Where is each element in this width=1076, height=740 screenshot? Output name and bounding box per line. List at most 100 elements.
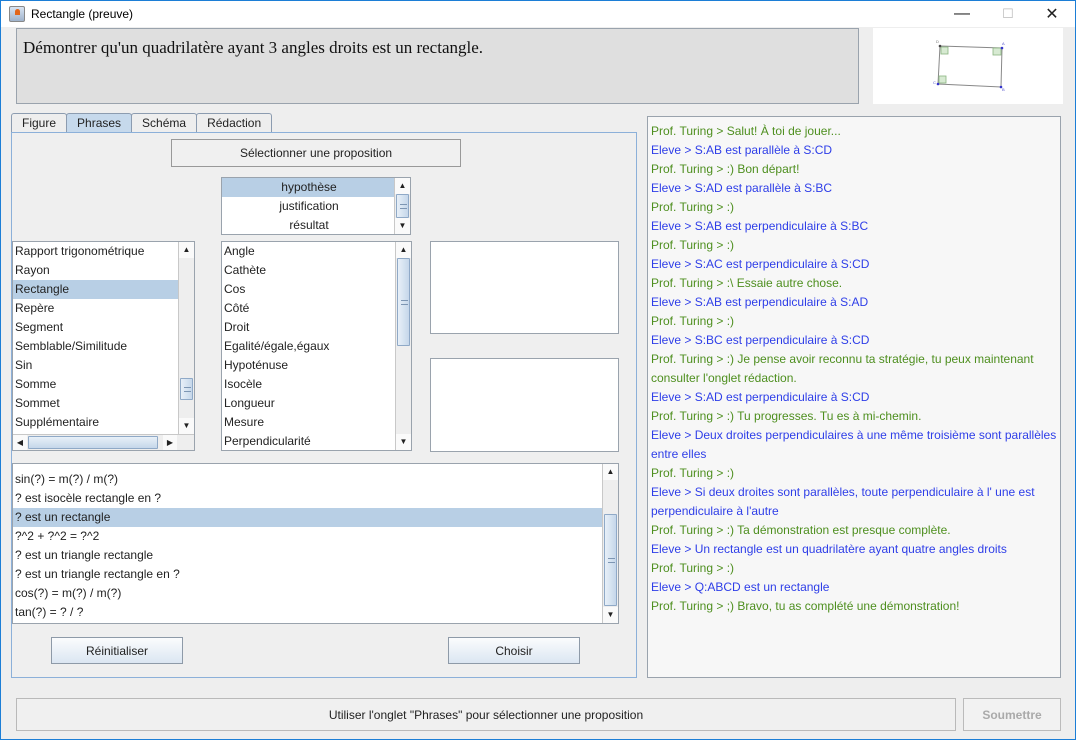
- list-item[interactable]: Rayon: [13, 261, 194, 280]
- list-item[interactable]: ?^2 + ?^2 = ?^2: [13, 527, 618, 546]
- concept-list[interactable]: Rapport trigonométrique Rayon Rectangle …: [12, 241, 195, 451]
- vertical-scrollbar[interactable]: ▲ ▼: [602, 464, 618, 623]
- scrollbar-thumb[interactable]: [180, 378, 193, 400]
- tab-schema[interactable]: Schéma: [131, 113, 198, 133]
- chat-message-prof: Prof. Turing > :): [651, 561, 735, 575]
- scroll-down-arrow-icon[interactable]: ▼: [396, 434, 411, 450]
- scrollbar-thumb[interactable]: [397, 258, 410, 346]
- list-item[interactable]: Rectangle: [13, 280, 178, 299]
- choose-button[interactable]: Choisir: [448, 637, 580, 664]
- tab-redaction[interactable]: Rédaction: [196, 113, 273, 133]
- window-title: Rectangle (preuve): [31, 7, 134, 21]
- list-item[interactable]: Sin: [13, 356, 194, 375]
- list-item[interactable]: justification: [222, 197, 394, 216]
- scroll-up-arrow-icon[interactable]: ▲: [395, 178, 410, 194]
- list-item[interactable]: Rapport trigonométrique: [13, 242, 194, 261]
- vertex-label-c: C: [933, 80, 936, 85]
- figure-thumbnail[interactable]: D A B C: [873, 28, 1063, 104]
- scroll-up-arrow-icon[interactable]: ▲: [396, 242, 411, 258]
- list-item[interactable]: Longueur: [222, 394, 411, 413]
- list-item[interactable]: ? est isocèle rectangle en ?: [13, 489, 618, 508]
- chat-message-prof: Prof. Turing > :): [651, 200, 735, 214]
- status-bar: Utiliser l'onglet "Phrases" pour sélecti…: [16, 698, 956, 731]
- tab-figure[interactable]: Figure: [11, 113, 68, 133]
- chat-message-prof: Prof. Turing > ;) Bravo, tu as complété …: [651, 599, 960, 613]
- list-item[interactable]: sin(?) = m(?) / m(?): [13, 470, 618, 489]
- scroll-down-arrow-icon[interactable]: ▼: [395, 218, 410, 234]
- tab-phrases[interactable]: Phrases: [66, 113, 133, 133]
- chat-message-eleve: Eleve > Deux droites perpendiculaires à …: [651, 428, 1057, 461]
- list-item[interactable]: Semblable/Similitude: [13, 337, 194, 356]
- scroll-down-arrow-icon[interactable]: ▼: [603, 607, 618, 623]
- list-item[interactable]: Cathète: [222, 261, 411, 280]
- list-item[interactable]: tan(?) = ? / ?: [13, 603, 618, 622]
- list-item[interactable]: Côté: [222, 299, 411, 318]
- scrollbar-thumb[interactable]: [604, 514, 617, 606]
- chat-message-prof: Prof. Turing > :\ Essaie autre chose.: [651, 276, 843, 290]
- chat-message-eleve: Eleve > S:AD est parallèle à S:BC: [651, 181, 833, 195]
- scrollbar-thumb[interactable]: [396, 194, 409, 218]
- list-item[interactable]: résultat: [222, 216, 394, 234]
- selection-box-1[interactable]: [430, 241, 619, 334]
- list-item[interactable]: Egalité/égale,égaux: [222, 337, 411, 356]
- scroll-down-arrow-icon[interactable]: ▼: [179, 418, 194, 434]
- horizontal-scrollbar[interactable]: ◀ ▶: [13, 434, 194, 450]
- scroll-left-arrow-icon[interactable]: ◀: [13, 435, 27, 450]
- minimize-button[interactable]: —: [939, 1, 985, 27]
- list-item[interactable]: Droit: [222, 318, 411, 337]
- scroll-up-arrow-icon[interactable]: ▲: [179, 242, 194, 258]
- reset-button[interactable]: Réinitialiser: [51, 637, 183, 664]
- list-item[interactable]: Angle: [222, 242, 411, 261]
- list-item[interactable]: Isocèle: [222, 375, 411, 394]
- chat-message-eleve: Eleve > Q:ABCD est un rectangle: [651, 580, 830, 594]
- proposition-list[interactable]: sin(?) = m(?) / m(?) ? est isocèle recta…: [12, 463, 619, 624]
- chat-message-eleve: Eleve > S:AB est perpendiculaire à S:BC: [651, 219, 869, 233]
- list-item[interactable]: Cos: [222, 280, 411, 299]
- chat-message-prof: Prof. Turing > :) Bon départ!: [651, 162, 800, 176]
- problem-statement: Démontrer qu'un quadrilatère ayant 3 ang…: [16, 28, 859, 104]
- tutor-chat-log[interactable]: Prof. Turing > Salut! À toi de jouer... E…: [647, 116, 1061, 678]
- list-item[interactable]: Mesure: [222, 413, 411, 432]
- chat-message-prof: Prof. Turing > :): [651, 466, 735, 480]
- list-item[interactable]: cos(?) = m(?) / m(?): [13, 584, 618, 603]
- vertical-scrollbar[interactable]: ▲ ▼: [178, 242, 194, 434]
- proposition-type-list[interactable]: hypothèse justification résultat ▲ ▼: [221, 177, 411, 235]
- concept-list-2[interactable]: Angle Cathète Cos Côté Droit Egalité/éga…: [221, 241, 412, 451]
- rectangle-figure-icon: D A B C: [933, 39, 1005, 92]
- chat-message-eleve: Eleve > S:AD est perpendiculaire à S:CD: [651, 390, 870, 404]
- list-item[interactable]: ? est un triangle rectangle: [13, 546, 618, 565]
- list-item[interactable]: Perpendicularité: [222, 432, 411, 450]
- scroll-right-arrow-icon[interactable]: ▶: [163, 435, 177, 450]
- list-item[interactable]: Somme: [13, 375, 194, 394]
- list-item[interactable]: Supplémentaire: [13, 413, 194, 432]
- java-app-icon: [9, 6, 25, 22]
- vertex-label-a: A: [1002, 41, 1005, 46]
- list-item[interactable]: Segment: [13, 318, 194, 337]
- select-proposition-button[interactable]: Sélectionner une proposition: [171, 139, 461, 167]
- chat-message-eleve: Eleve > S:AC est perpendiculaire à S:CD: [651, 257, 870, 271]
- submit-button[interactable]: Soumettre: [963, 698, 1061, 731]
- chat-message-eleve: Eleve > Un rectangle est un quadrilatère…: [651, 542, 1007, 556]
- close-button[interactable]: ✕: [1029, 1, 1075, 27]
- selection-box-2[interactable]: [430, 358, 619, 452]
- list-item[interactable]: Repère: [13, 299, 194, 318]
- list-item[interactable]: hypothèse: [222, 178, 394, 197]
- chat-message-prof: Prof. Turing > :) Ta démonstration est p…: [651, 523, 951, 537]
- list-item[interactable]: Sommet: [13, 394, 194, 413]
- chat-message-prof: Prof. Turing > :) Je pense avoir reconnu…: [651, 352, 1034, 385]
- vertical-scrollbar[interactable]: ▲ ▼: [395, 242, 411, 450]
- list-item[interactable]: Hypoténuse: [222, 356, 411, 375]
- chat-message-eleve: Eleve > Si deux droites sont parallèles,…: [651, 485, 1035, 518]
- tab-bar: Figure Phrases Schéma Rédaction: [11, 113, 273, 133]
- scroll-up-arrow-icon[interactable]: ▲: [603, 464, 618, 480]
- chat-message-prof: Prof. Turing > :): [651, 238, 735, 252]
- chat-message-prof: Prof. Turing > :) Tu progresses. Tu es à…: [651, 409, 922, 423]
- chat-message-eleve: Eleve > S:BC est perpendiculaire à S:CD: [651, 333, 870, 347]
- list-item[interactable]: ? est un rectangle: [13, 508, 602, 527]
- chat-message-prof: Prof. Turing > :): [651, 314, 735, 328]
- scrollbar-thumb[interactable]: [28, 436, 158, 449]
- maximize-button[interactable]: ☐: [985, 1, 1031, 27]
- list-item[interactable]: ? est un triangle rectangle en ?: [13, 565, 618, 584]
- vertical-scrollbar[interactable]: ▲ ▼: [394, 178, 410, 234]
- vertex-label-d: D: [936, 39, 939, 44]
